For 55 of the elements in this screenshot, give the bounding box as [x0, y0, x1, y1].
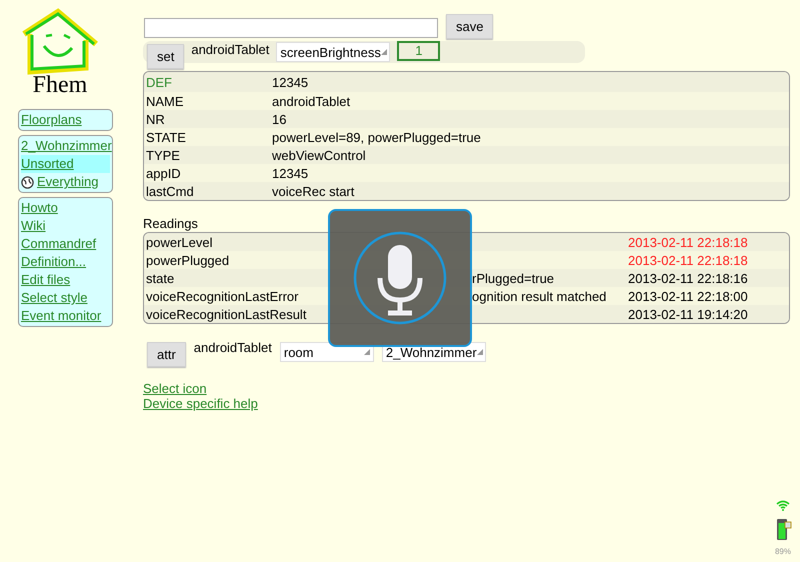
- internal-name: NAME: [146, 94, 185, 108]
- set-button[interactable]: set: [147, 44, 184, 69]
- reading-time: 2013-02-11 22:18:18: [628, 234, 749, 250]
- wifi-icon: [776, 500, 790, 511]
- battery-charging-icon: [774, 517, 792, 541]
- readings-title: Readings: [143, 216, 199, 231]
- reading-name: powerLevel: [146, 234, 214, 250]
- device-name: androidTablet: [191, 42, 270, 57]
- internal-name: appID: [146, 166, 182, 180]
- reading-value: rPlugged=true: [472, 270, 556, 286]
- reading-time: 2013-02-11 22:18:16: [628, 270, 749, 286]
- reading-name: powerPlugged: [146, 252, 230, 268]
- sidebar-link[interactable]: Everything: [21, 173, 110, 191]
- sidebar-link[interactable]: Edit files: [21, 271, 110, 289]
- reading-time: 2013-02-11 22:18:00: [628, 288, 749, 304]
- reading-time: 2013-02-11 22:18:18: [628, 252, 749, 268]
- sidebar-link[interactable]: Wiki: [21, 217, 110, 235]
- internal-name: DEF: [146, 74, 173, 90]
- device-name: androidTablet: [194, 340, 272, 355]
- internal-name: TYPE: [146, 148, 181, 162]
- internal-value: 12345: [272, 166, 310, 180]
- microphone-icon[interactable]: [352, 230, 448, 326]
- sidebar-link[interactable]: 2_Wohnzimmer: [21, 137, 110, 155]
- reading-name: voiceRecognitionLastError: [146, 288, 300, 304]
- sidebar-link[interactable]: Definition...: [21, 253, 110, 271]
- attr-button[interactable]: attr: [147, 342, 186, 367]
- reading-name: voiceRecognitionLastResult: [146, 306, 308, 322]
- sidebar-link[interactable]: Select style: [21, 289, 110, 307]
- reading-value: ognition result matched: [472, 288, 608, 304]
- internal-value: 16: [272, 112, 288, 126]
- internal-name: lastCmd: [146, 184, 195, 198]
- save-button[interactable]: save: [446, 14, 494, 39]
- internal-value: powerLevel=89, powerPlugged=true: [272, 130, 482, 144]
- battery-percentage: 89%: [774, 547, 791, 556]
- reading-name: state: [146, 270, 176, 286]
- sidebar-link[interactable]: Floorplans: [21, 111, 110, 129]
- set-value-field[interactable]: 1: [397, 41, 440, 61]
- sidebar-link[interactable]: Howto: [21, 199, 110, 217]
- sidebar-link[interactable]: Commandref: [21, 235, 110, 253]
- internal-value: webViewControl: [272, 148, 367, 162]
- help-link[interactable]: Device specific help: [143, 396, 258, 411]
- globe-icon: [21, 176, 34, 188]
- sidebar-link[interactable]: Event monitor: [21, 307, 110, 325]
- internal-name: NR: [146, 112, 166, 126]
- internal-value: voiceRec start: [272, 184, 356, 198]
- internal-name: STATE: [146, 130, 187, 144]
- command-input-field[interactable]: [144, 18, 438, 38]
- set-select[interactable]: screenBrightness: [276, 42, 390, 62]
- house-logo-icon: [20, 8, 100, 76]
- help-link[interactable]: Select icon: [143, 381, 207, 396]
- internal-value: 12345: [272, 74, 310, 90]
- logo-text: Fhem: [32, 72, 88, 99]
- internal-value: androidTablet: [272, 94, 352, 108]
- sidebar-link[interactable]: Unsorted: [21, 155, 110, 173]
- reading-time: 2013-02-11 19:14:20: [628, 306, 749, 322]
